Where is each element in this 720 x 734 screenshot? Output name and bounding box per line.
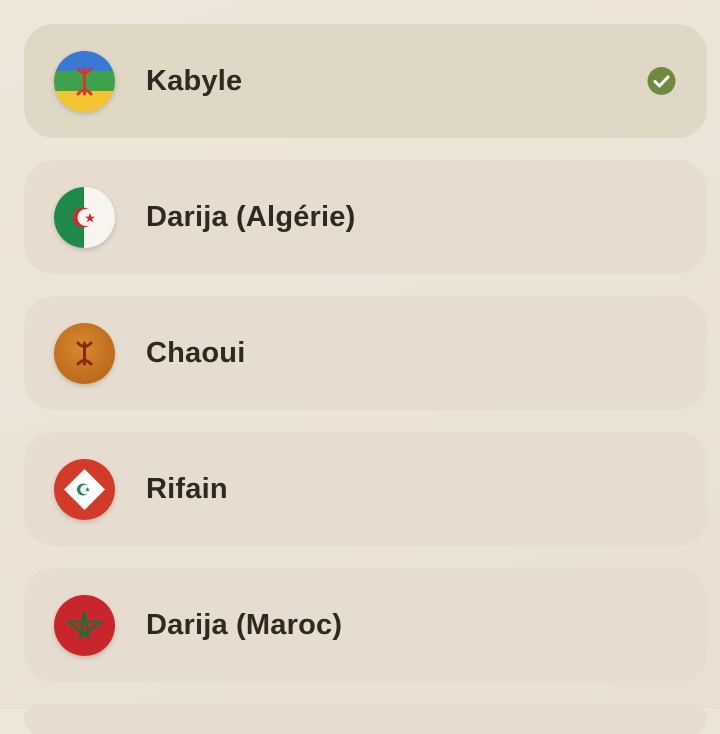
language-label: Darija (Algérie) [146,200,356,233]
language-item-darija-algerie[interactable]: Darija (Algérie) [24,160,707,274]
rif-flag-icon [54,458,115,520]
amazigh-flag-icon [54,50,115,112]
language-list: Kabyle Darija (Algérie) Chaoui Rifain Da… [24,24,707,704]
morocco-flag-icon [54,594,115,656]
language-label: Chaoui [146,336,246,369]
language-label: Darija (Maroc) [146,608,343,641]
language-item-kabyle[interactable]: Kabyle [24,24,707,138]
chaoui-flag-icon [54,322,115,384]
algeria-flag-icon [54,186,115,248]
language-label: Kabyle [146,64,243,97]
language-label: Rifain [146,472,228,505]
language-item-chaoui[interactable]: Chaoui [24,296,707,410]
language-item-darija-maroc[interactable]: Darija (Maroc) [24,568,707,682]
language-item-rifain[interactable]: Rifain [24,432,707,546]
checkmark-circle-icon [647,67,676,96]
